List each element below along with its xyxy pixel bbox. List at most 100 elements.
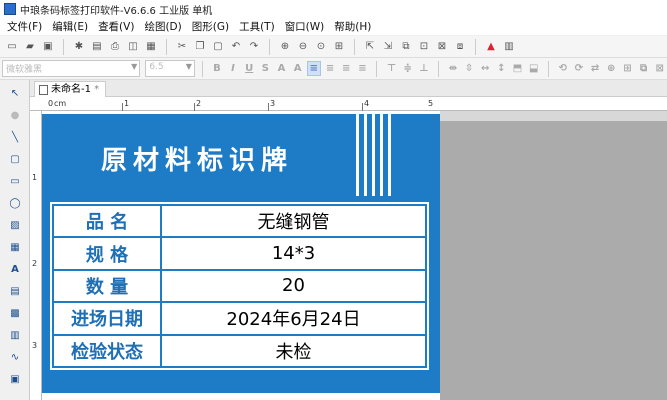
- row-value[interactable]: 14*3: [160, 236, 427, 271]
- pdf-icon[interactable]: ▲: [483, 39, 499, 55]
- redo-icon[interactable]: ↷: [246, 39, 262, 55]
- print-preview-icon[interactable]: ▤: [89, 39, 105, 55]
- menu-view[interactable]: 查看(V): [93, 19, 139, 34]
- database-icon[interactable]: ◫: [125, 39, 141, 55]
- label-paper[interactable]: 原材料标识牌 品 名 无缝钢管 规 格 14*3 数 量 20 进场日期 202…: [42, 111, 440, 400]
- row-key[interactable]: 检验状态: [52, 333, 162, 369]
- text-tool-icon[interactable]: A: [8, 262, 22, 276]
- image-tool-icon[interactable]: ▨: [8, 218, 22, 232]
- undo-icon[interactable]: ↶: [228, 39, 244, 55]
- grid-icon[interactable]: ▦: [143, 39, 159, 55]
- distribute-v-icon[interactable]: ⇳: [462, 61, 476, 76]
- ruler-label: 0: [48, 99, 54, 108]
- label-title[interactable]: 原材料标识牌: [42, 140, 352, 177]
- align-left-icon[interactable]: ≡: [306, 61, 322, 76]
- material-label[interactable]: 原材料标识牌 品 名 无缝钢管 规 格 14*3 数 量 20 进场日期 202…: [42, 114, 440, 393]
- menu-draw[interactable]: 绘图(D): [139, 19, 186, 34]
- bold-icon[interactable]: B: [210, 61, 224, 76]
- align-center-icon[interactable]: ≡: [323, 61, 337, 76]
- menu-window[interactable]: 窗口(W): [280, 19, 330, 34]
- row-key[interactable]: 规 格: [52, 236, 162, 271]
- main-toolbar: ▭ ▰ ▣ ✱ ▤ ⎙ ◫ ▦ ✂ ❐ ▢ ↶ ↷ ⊕ ⊖ ⊙ ⊞ ⇱ ⇲ ⧉ …: [0, 36, 667, 58]
- info-table[interactable]: 品 名 无缝钢管 规 格 14*3 数 量 20 进场日期 2024年6月24日: [50, 202, 429, 370]
- settings-icon[interactable]: ✱: [71, 39, 87, 55]
- menu-file[interactable]: 文件(F): [2, 19, 47, 34]
- pan-tool-icon[interactable]: ●: [8, 108, 22, 122]
- paste-icon[interactable]: ▢: [210, 39, 226, 55]
- ungroup-icon[interactable]: ⊡: [416, 39, 432, 55]
- menu-edit[interactable]: 编辑(E): [47, 19, 93, 34]
- zoom-in-icon[interactable]: ⊕: [277, 39, 293, 55]
- lock-icon[interactable]: ⊠: [434, 39, 450, 55]
- shape-tool-icon[interactable]: ▣: [8, 372, 22, 386]
- font-larger-icon[interactable]: A: [274, 61, 288, 76]
- justify-icon[interactable]: ≡: [355, 61, 369, 76]
- align-icon[interactable]: ⇱: [362, 39, 378, 55]
- rectangle-tool-icon[interactable]: ▢: [8, 152, 22, 166]
- strikethrough-icon[interactable]: S: [258, 61, 272, 76]
- italic-icon[interactable]: I: [226, 61, 240, 76]
- toolbar-divider: [354, 38, 355, 55]
- paragraph-tool-icon[interactable]: ▤: [8, 284, 22, 298]
- cut-icon[interactable]: ✂: [174, 39, 190, 55]
- row-key[interactable]: 数 量: [52, 268, 162, 304]
- curve-tool-icon[interactable]: ∿: [8, 350, 22, 364]
- font-smaller-icon[interactable]: A: [291, 61, 305, 76]
- new-file-icon[interactable]: ▭: [4, 39, 20, 55]
- font-family-select[interactable]: 微软雅黑 ▼: [2, 60, 141, 77]
- export-icon[interactable]: ▥: [501, 39, 517, 55]
- tab-document[interactable]: 未命名-1 *: [34, 81, 107, 97]
- row-key[interactable]: 进场日期: [52, 301, 162, 336]
- ellipse-tool-icon[interactable]: ◯: [8, 196, 22, 210]
- pointer-tool-icon[interactable]: ↖: [8, 86, 22, 100]
- row-value[interactable]: 未检: [160, 333, 427, 369]
- align-right-icon[interactable]: ≡: [339, 61, 353, 76]
- valign-bottom-icon[interactable]: ⊥: [417, 61, 431, 76]
- align-grid-icon[interactable]: ⊞: [620, 61, 634, 76]
- lock-icon[interactable]: ⊠: [653, 61, 667, 76]
- barcode-tool-icon[interactable]: ▦: [8, 240, 22, 254]
- row-value[interactable]: 无缝钢管: [160, 203, 427, 239]
- row-value[interactable]: 2024年6月24日: [160, 301, 427, 336]
- center-page-icon[interactable]: ⊕: [604, 61, 618, 76]
- arrange-icon[interactable]: ⧉: [636, 61, 650, 76]
- menu-shape[interactable]: 图形(G): [187, 19, 234, 34]
- horizontal-ruler: 0 cm 1 2 3 4 5: [30, 97, 667, 111]
- underline-icon[interactable]: U: [242, 61, 256, 76]
- font-size-select[interactable]: 6.5 ▼: [145, 60, 195, 77]
- rounded-rect-tool-icon[interactable]: ▭: [8, 174, 22, 188]
- row-key[interactable]: 品 名: [52, 203, 162, 239]
- layer-icon[interactable]: ⧈: [452, 39, 468, 55]
- zoom-out-icon[interactable]: ⊖: [295, 39, 311, 55]
- zoom-fit-icon[interactable]: ⊙: [313, 39, 329, 55]
- ruler-label: 3: [32, 341, 38, 350]
- format-toolbar: 微软雅黑 ▼ 6.5 ▼ B I U S A A ≡ ≡ ≡ ≡ ⊤ ≑ ⊥ ⇹…: [0, 58, 667, 80]
- canvas-margin: [440, 111, 667, 121]
- left-toolbox: ↖ ● ╲ ▢ ▭ ◯ ▨ ▦ A ▤ ▩ ▥ ∿ ▣: [0, 80, 30, 400]
- valign-top-icon[interactable]: ⊤: [384, 61, 398, 76]
- same-width-icon[interactable]: ↔: [478, 61, 492, 76]
- flip-icon[interactable]: ⇄: [588, 61, 602, 76]
- send-back-icon[interactable]: ⬓: [527, 61, 541, 76]
- menu-help[interactable]: 帮助(H): [329, 19, 376, 34]
- design-canvas[interactable]: 原材料标识牌 品 名 无缝钢管 规 格 14*3 数 量 20 进场日期 202…: [42, 111, 667, 400]
- ruler-tick: [268, 103, 269, 111]
- same-height-icon[interactable]: ↕: [494, 61, 508, 76]
- save-icon[interactable]: ▣: [40, 39, 56, 55]
- distribute-h-icon[interactable]: ⇹: [446, 61, 460, 76]
- line-tool-icon[interactable]: ╲: [8, 130, 22, 144]
- valign-middle-icon[interactable]: ≑: [401, 61, 415, 76]
- print-icon[interactable]: ⎙: [107, 39, 123, 55]
- row-value[interactable]: 20: [160, 268, 427, 304]
- align-icon[interactable]: ⇲: [380, 39, 396, 55]
- group-icon[interactable]: ⧉: [398, 39, 414, 55]
- open-folder-icon[interactable]: ▰: [22, 39, 38, 55]
- rotate-left-icon[interactable]: ⟲: [556, 61, 570, 76]
- rotate-right-icon[interactable]: ⟳: [572, 61, 586, 76]
- table-tool-icon[interactable]: ▥: [8, 328, 22, 342]
- copy-icon[interactable]: ❐: [192, 39, 208, 55]
- qrcode-tool-icon[interactable]: ▩: [8, 306, 22, 320]
- zoom-page-icon[interactable]: ⊞: [331, 39, 347, 55]
- menu-tools[interactable]: 工具(T): [234, 19, 280, 34]
- bring-front-icon[interactable]: ⬒: [510, 61, 524, 76]
